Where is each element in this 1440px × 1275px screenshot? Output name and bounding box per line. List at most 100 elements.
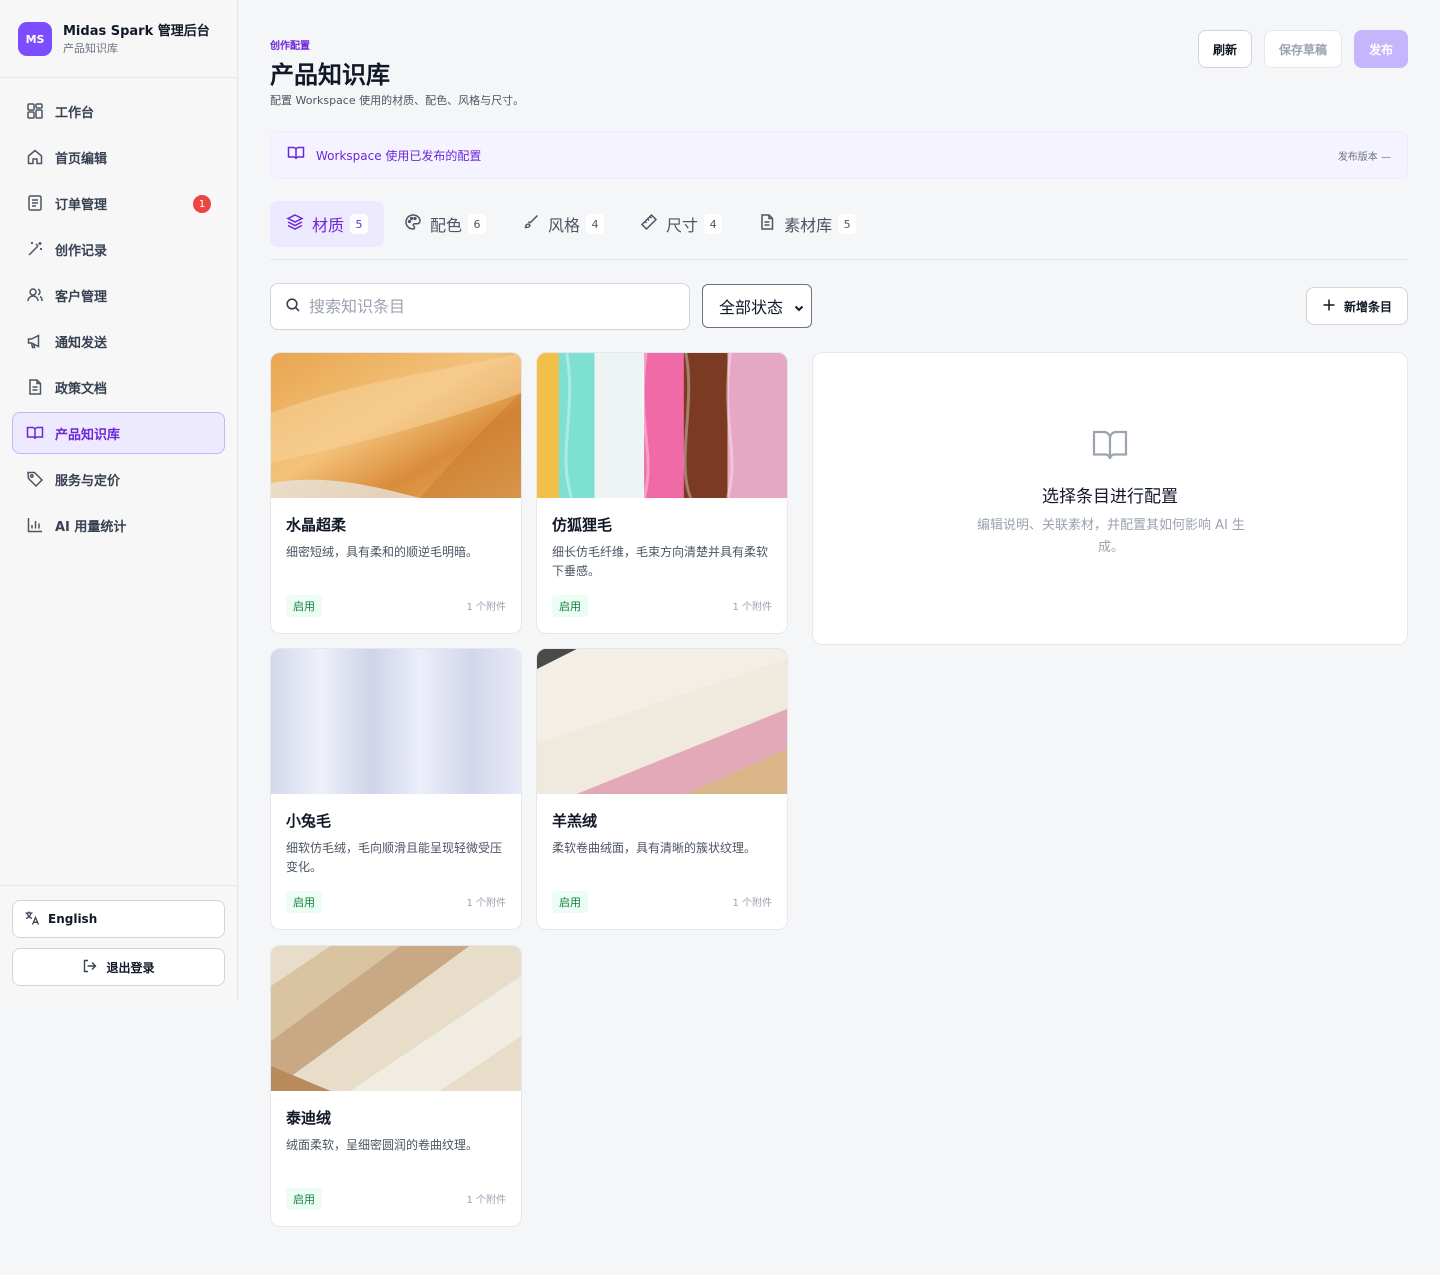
tab-styles[interactable]: 风格 4 — [506, 201, 620, 247]
sidebar-item-label: 政策文档 — [55, 381, 108, 397]
divider — [270, 259, 1408, 260]
sidebar: MS Midas Spark 管理后台 产品知识库 工作台 首页编辑 订单管理 … — [0, 0, 238, 1000]
knowledge-card[interactable]: 泰迪绒 绒面柔软，呈细密圆润的卷曲纹理。 启用 1 个附件 — [270, 945, 522, 1227]
translate-icon — [24, 910, 40, 929]
material-thumbnail — [537, 649, 787, 794]
sidebar-item-pricing[interactable]: 服务与定价 — [12, 458, 225, 500]
megaphone-icon — [26, 332, 44, 350]
material-thumbnail — [537, 353, 787, 498]
language-switch-button[interactable]: English — [12, 900, 225, 938]
page-subtitle: 配置 Workspace 使用的材质、配色、风格与尺寸。 — [270, 94, 525, 107]
palette-icon — [404, 213, 422, 235]
material-thumbnail — [271, 649, 521, 794]
save-draft-button[interactable]: 保存草稿 — [1264, 30, 1342, 68]
sidebar-item-label: 通知发送 — [55, 335, 108, 351]
search-input[interactable] — [309, 297, 669, 316]
plus-icon — [1322, 298, 1336, 315]
status-filter-select[interactable]: 全部状态 — [702, 284, 812, 328]
tab-materials[interactable]: 材质 5 — [270, 201, 385, 247]
attachment-count: 1 个附件 — [732, 898, 772, 909]
tab-count: 4 — [586, 214, 605, 234]
search-icon — [285, 297, 301, 317]
sidebar-item-customers[interactable]: 客户管理 — [12, 274, 225, 316]
sidebar-item-notifications[interactable]: 通知发送 — [12, 320, 225, 362]
order-icon — [26, 194, 44, 212]
tab-count: 6 — [468, 214, 487, 234]
sidebar-nav: 工作台 首页编辑 订单管理 1 创作记录 客户管理 通知发送 政策文档 产品知识… — [12, 90, 225, 550]
knowledge-card[interactable]: 仿狐狸毛 细长仿毛纤维，毛束方向清楚并具有柔软下垂感。 启用 1 个附件 — [536, 352, 788, 634]
divider — [0, 885, 237, 886]
sidebar-item-knowledge-base[interactable]: 产品知识库 — [12, 412, 225, 454]
sidebar-item-dashboard[interactable]: 工作台 — [12, 90, 225, 132]
sidebar-item-home-editor[interactable]: 首页编辑 — [12, 136, 225, 178]
sidebar-item-policies[interactable]: 政策文档 — [12, 366, 225, 408]
publish-notice: Workspace 使用已发布的配置 发布版本 — — [270, 131, 1408, 179]
logout-button[interactable]: 退出登录 — [12, 948, 225, 986]
page-eyebrow: 创作配置 — [270, 41, 310, 52]
refresh-button[interactable]: 刷新 — [1198, 30, 1252, 68]
tab-colors[interactable]: 配色 6 — [388, 201, 502, 247]
card-title: 水晶超柔 — [286, 516, 347, 534]
attachment-count: 1 个附件 — [732, 602, 772, 613]
sidebar-item-label: 产品知识库 — [55, 427, 121, 443]
tab-assets[interactable]: 素材库 5 — [742, 201, 872, 247]
card-description: 细密短绒，具有柔和的顺逆毛明暗。 — [286, 545, 479, 559]
search-box[interactable] — [270, 283, 690, 330]
brand-text: Midas Spark 管理后台 产品知识库 — [63, 23, 210, 56]
chevron-down-icon — [793, 299, 805, 318]
brand[interactable]: MS Midas Spark 管理后台 产品知识库 — [18, 22, 210, 56]
publish-button[interactable]: 发布 — [1354, 30, 1408, 68]
card-title: 泰迪绒 — [286, 1109, 332, 1127]
card-description: 柔软卷曲绒面，具有清晰的簇状纹理。 — [552, 841, 757, 855]
card-title: 羊羔绒 — [552, 812, 598, 830]
tab-count: 5 — [838, 214, 857, 234]
tab-label: 尺寸 — [666, 216, 699, 235]
sidebar-item-label: 订单管理 — [55, 197, 108, 213]
magic-wand-icon — [26, 240, 44, 258]
knowledge-card[interactable]: 水晶超柔 细密短绒，具有柔和的顺逆毛明暗。 启用 1 个附件 — [270, 352, 522, 634]
notice-text: Workspace 使用已发布的配置 — [316, 148, 482, 163]
layers-icon — [286, 213, 304, 235]
sidebar-item-label: 创作记录 — [55, 243, 108, 259]
tab-count: 5 — [350, 214, 369, 234]
file-icon — [758, 213, 776, 235]
bar-chart-icon — [26, 516, 44, 534]
sidebar-item-label: 首页编辑 — [55, 151, 108, 167]
users-icon — [26, 286, 44, 304]
card-title: 仿狐狸毛 — [552, 516, 613, 534]
status-filter-value: 全部状态 — [719, 298, 784, 317]
knowledge-card[interactable]: 羊羔绒 柔软卷曲绒面，具有清晰的簇状纹理。 启用 1 个附件 — [536, 648, 788, 930]
language-label: English — [48, 912, 98, 926]
notification-badge: 1 — [193, 195, 211, 213]
attachment-count: 1 个附件 — [466, 602, 506, 613]
tab-label: 素材库 — [784, 216, 833, 235]
status-badge: 启用 — [552, 595, 588, 617]
add-entry-button[interactable]: 新增条目 — [1306, 287, 1408, 325]
status-badge: 启用 — [286, 595, 322, 617]
tab-label: 材质 — [312, 216, 345, 235]
sidebar-item-ai-usage[interactable]: AI 用量统计 — [12, 504, 225, 546]
category-tabs: 材质 5 配色 6 风格 4 尺寸 4 素材库 5 — [270, 201, 876, 247]
book-icon — [26, 424, 44, 442]
tab-sizes[interactable]: 尺寸 4 — [624, 201, 738, 247]
card-description: 绒面柔软，呈细密圆润的卷曲纹理。 — [286, 1138, 479, 1152]
status-badge: 启用 — [286, 1188, 322, 1210]
empty-state-title: 选择条目进行配置 — [1042, 487, 1178, 507]
brand-subtitle: 产品知识库 — [63, 41, 118, 55]
empty-state-description: 编辑说明、关联素材，并配置其如何影响 AI 生成。 — [977, 518, 1245, 555]
logout-icon — [82, 958, 98, 977]
book-icon — [1092, 429, 1128, 465]
sidebar-item-label: AI 用量统计 — [55, 519, 127, 535]
dashboard-icon — [26, 102, 44, 120]
sidebar-item-orders[interactable]: 订单管理 1 — [12, 182, 225, 224]
sidebar-item-creations[interactable]: 创作记录 — [12, 228, 225, 270]
status-badge: 启用 — [286, 891, 322, 913]
page-title: 产品知识库 — [270, 61, 390, 89]
ruler-icon — [640, 213, 658, 235]
brand-logo: MS — [18, 22, 52, 56]
sidebar-item-label: 客户管理 — [55, 289, 108, 305]
status-badge: 启用 — [552, 891, 588, 913]
knowledge-card[interactable]: 小兔毛 细软仿毛绒，毛向顺滑且能呈现轻微受压变化。 启用 1 个附件 — [270, 648, 522, 930]
material-thumbnail — [271, 353, 521, 498]
home-icon — [26, 148, 44, 166]
